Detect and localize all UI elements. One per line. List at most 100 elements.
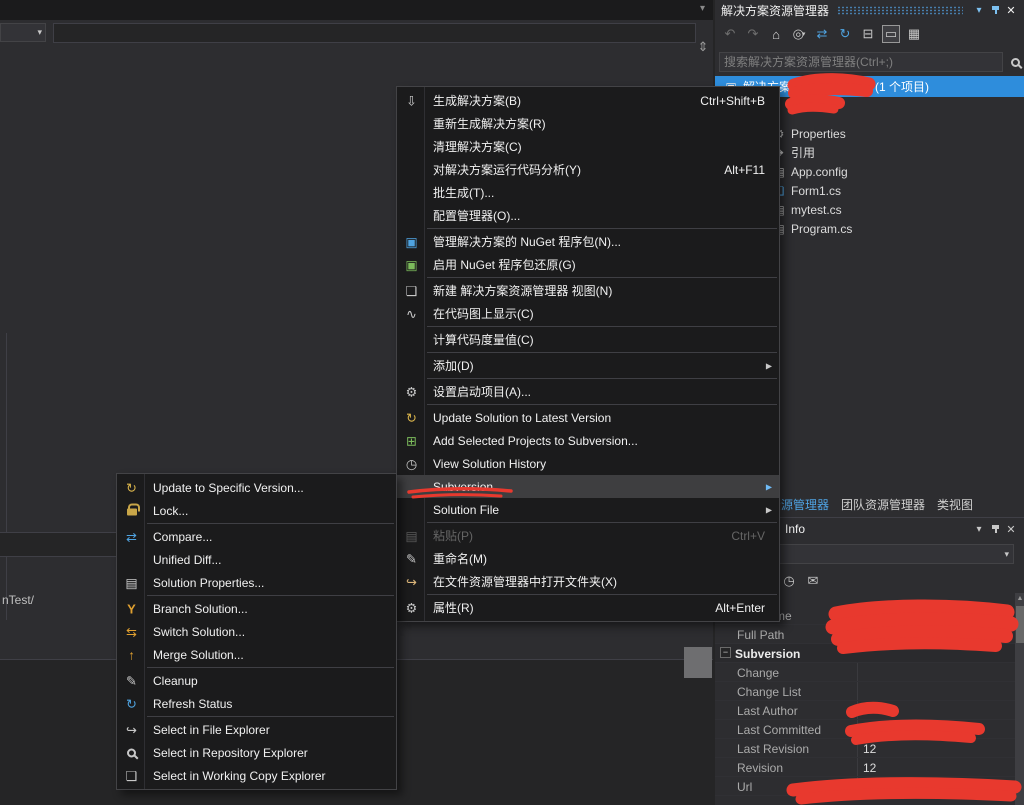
svn-submenu-item[interactable]: ▤Solution Properties... — [117, 571, 396, 594]
pin-icon[interactable] — [987, 521, 1003, 537]
property-row[interactable]: Revision12 — [715, 758, 1015, 777]
toolbar-overflow-chevron-icon[interactable]: ▾ — [700, 3, 705, 14]
paste-icon: ▤ — [403, 527, 420, 544]
context-menu-item[interactable]: ✎重命名(M) — [397, 547, 779, 570]
pin-icon[interactable] — [987, 2, 1003, 18]
comment-icon: ✉ — [808, 573, 819, 589]
panel-tab[interactable]: 团队资源管理器 — [841, 496, 925, 513]
switch-icon: ⇆ — [123, 623, 140, 640]
context-menu-item[interactable]: ⊞Add Selected Projects to Subversion... — [397, 429, 779, 452]
new-view-icon: ❏ — [403, 282, 420, 299]
comment-button[interactable]: ✉ — [804, 572, 822, 590]
preview-selected-items-icon: ▭ — [885, 26, 897, 42]
context-menu-item[interactable]: 清理解决方案(C) — [397, 135, 779, 158]
context-menu-item[interactable]: 批生成(T)... — [397, 181, 779, 204]
close-icon[interactable]: ✕ — [1003, 2, 1019, 18]
search-button[interactable] — [1007, 52, 1024, 72]
property-row[interactable]: −Subversion — [715, 644, 1015, 663]
svn-update-icon: ↻ — [123, 479, 140, 496]
property-row[interactable]: Last Author — [715, 701, 1015, 720]
svn-submenu-item[interactable]: Lock... — [117, 499, 396, 522]
window-position-chevron-icon[interactable]: ▾ — [971, 2, 987, 18]
svn-submenu-item[interactable]: ↑Merge Solution... — [117, 643, 396, 666]
context-menu-item[interactable]: ▤粘贴(P)Ctrl+V — [397, 524, 779, 547]
menu-item-label: Update to Specific Version... — [153, 481, 304, 495]
context-menu-item[interactable]: ◷View Solution History — [397, 452, 779, 475]
svn-submenu-item[interactable]: ↻Refresh Status — [117, 692, 396, 715]
preview-selected-items-button[interactable]: ▭ — [882, 25, 900, 43]
history-button[interactable]: ◷ — [780, 572, 798, 590]
context-menu-item[interactable]: 重新生成解决方案(R) — [397, 112, 779, 135]
svn-add-icon: ⊞ — [403, 432, 420, 449]
solution-explorer-titlebar[interactable]: 解决方案资源管理器 ▾ ✕ — [715, 0, 1024, 20]
show-all-files-button[interactable]: ▦ — [905, 25, 923, 43]
property-row[interactable]: Url — [715, 777, 1015, 796]
scroll-up-arrow-icon[interactable]: ▲ — [1015, 593, 1024, 605]
menu-separator — [427, 404, 777, 405]
svn-submenu-item[interactable]: Unified Diff... — [117, 548, 396, 571]
svn-submenu-item[interactable]: ⇄Compare... — [117, 525, 396, 548]
properties-scrollbar[interactable]: ▲ — [1015, 593, 1024, 805]
property-row[interactable]: Change List — [715, 682, 1015, 701]
context-menu-item[interactable]: ▣管理解决方案的 NuGet 程序包(N)... — [397, 230, 779, 253]
search-input[interactable] — [720, 55, 1002, 69]
history-icon: ◷ — [783, 573, 794, 589]
context-menu-item[interactable]: ↻Update Solution to Latest Version — [397, 406, 779, 429]
property-row[interactable]: Last Committed — [715, 720, 1015, 739]
context-menu-item[interactable]: ❏新建 解决方案资源管理器 视图(N) — [397, 279, 779, 302]
menu-separator — [147, 667, 394, 668]
nuget-restore-icon: ▣ — [403, 256, 420, 273]
sync-with-active-document-button[interactable]: ⇄ — [813, 25, 831, 43]
svn-submenu-item[interactable]: ❏Select in Working Copy Explorer — [117, 764, 396, 787]
home-button[interactable]: ⌂ — [767, 25, 785, 43]
svn-submenu-item[interactable]: ✎Cleanup — [117, 669, 396, 692]
history-clock-icon: ◷ — [403, 455, 420, 472]
collapse-all-button[interactable]: ⊟ — [859, 25, 877, 43]
context-menu-item[interactable]: ⚙设置启动项目(A)... — [397, 380, 779, 403]
menu-item-shortcut: Ctrl+V — [731, 529, 765, 543]
scrollbar-thumb[interactable] — [1016, 606, 1024, 643]
context-menu-item[interactable]: ⇩生成解决方案(B)Ctrl+Shift+B — [397, 89, 779, 112]
context-menu-item[interactable]: ▣启用 NuGet 程序包还原(G) — [397, 253, 779, 276]
context-menu-item[interactable]: 计算代码度量值(C) — [397, 328, 779, 351]
show-all-files-icon: ▦ — [908, 26, 920, 42]
scope-filter-button[interactable]: ◎▾ — [790, 25, 808, 43]
lock-icon — [123, 502, 140, 519]
context-menu-item[interactable]: ⚙属性(R)Alt+Enter — [397, 596, 779, 619]
path-fragment-text: nTest/ — [2, 593, 34, 607]
property-label: Revision — [737, 761, 783, 775]
forward-button[interactable]: ↷ — [744, 25, 762, 43]
context-menu-item[interactable]: ∿在代码图上显示(C) — [397, 302, 779, 325]
close-icon[interactable]: ✕ — [1003, 521, 1019, 537]
toolbar-combobox[interactable]: ▾ — [0, 23, 46, 42]
property-label: Full Path — [737, 628, 784, 642]
panel-tab[interactable]: 类视图 — [937, 496, 973, 513]
svn-submenu-item[interactable]: ↻ Update to Specific Version... — [117, 476, 396, 499]
context-menu-item[interactable]: 对解决方案运行代码分析(Y)Alt+F11 — [397, 158, 779, 181]
context-menu-item[interactable]: 添加(D)▶ — [397, 354, 779, 377]
context-menu-item[interactable]: 配置管理器(O)... — [397, 204, 779, 227]
collapse-icon[interactable]: − — [720, 647, 731, 658]
context-menu-item[interactable]: Solution File▶ — [397, 498, 779, 521]
property-row[interactable]: Last Revision12 — [715, 739, 1015, 758]
main-toolbar-strip: ▾ — [0, 0, 715, 20]
property-label: Last Revision — [737, 742, 809, 756]
svn-submenu-item[interactable]: YBranch Solution... — [117, 597, 396, 620]
back-button[interactable]: ↶ — [721, 25, 739, 43]
window-position-chevron-icon[interactable]: ▾ — [971, 521, 987, 537]
editor-splitter-grip-icon[interactable]: ⇕ — [694, 37, 712, 57]
context-menu-item[interactable]: Subversion▶ — [397, 475, 779, 498]
menu-item-label: 在文件资源管理器中打开文件夹(X) — [433, 573, 617, 590]
property-row[interactable]: Change — [715, 663, 1015, 682]
property-row[interactable]: Full Path — [715, 625, 1015, 644]
svn-submenu-item[interactable]: Select in Repository Explorer — [117, 741, 396, 764]
refresh-button[interactable]: ↻ — [836, 25, 854, 43]
menu-item-label: Lock... — [153, 504, 188, 518]
svn-submenu-item[interactable]: ↪Select in File Explorer — [117, 718, 396, 741]
context-menu-item[interactable]: ↪在文件资源管理器中打开文件夹(X) — [397, 570, 779, 593]
menu-separator — [427, 326, 777, 327]
svn-submenu-item[interactable]: ⇆Switch Solution... — [117, 620, 396, 643]
scrollbar-thumb[interactable] — [684, 647, 712, 678]
menu-item-label: Select in File Explorer — [153, 723, 270, 737]
menu-item-label: Solution File — [433, 503, 499, 517]
